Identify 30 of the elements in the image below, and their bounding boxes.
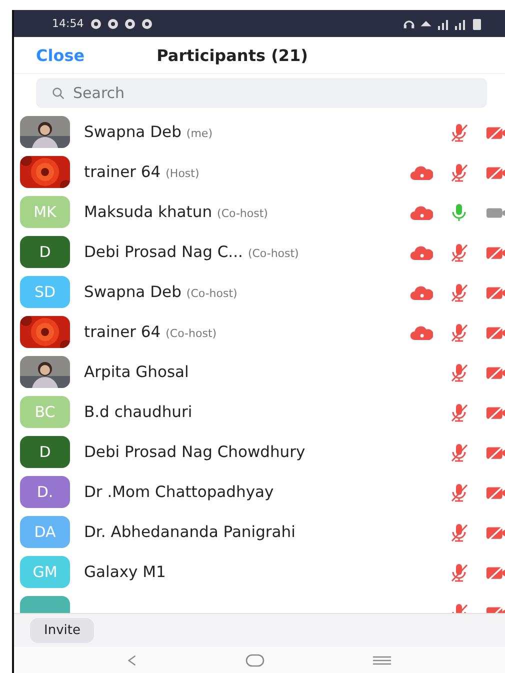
avatar: D	[20, 236, 70, 268]
avatar: GM	[20, 556, 70, 588]
participant-role: (Co-host)	[248, 247, 299, 260]
avatar: SD	[20, 276, 70, 308]
invite-button[interactable]: Invite	[30, 618, 94, 643]
search-field[interactable]: Search	[36, 78, 487, 108]
participant-role: (Co-host)	[217, 207, 268, 220]
participant-name: Arpita Ghosal	[84, 363, 189, 381]
participant-name: B.d chaudhuri	[84, 403, 192, 421]
clock-time: 14:54	[52, 17, 84, 30]
participant-name: Debi Prosad Nag C...	[84, 243, 243, 261]
participant-name: Debi Prosad Nag Chowdhury	[84, 443, 306, 461]
participant-role: (Co-host)	[186, 287, 238, 300]
participant-name: Maksuda khatun	[84, 203, 212, 221]
participant-role: (Co-host)	[166, 327, 217, 340]
avatar: DA	[20, 516, 70, 548]
participant-role: (Host)	[166, 167, 200, 180]
avatar: BC	[20, 396, 70, 428]
participant-name: trainer 64	[84, 323, 161, 341]
participant-name: Dr .Mom Chattopadhyay	[84, 483, 274, 501]
screen-title: Participants (21)	[156, 46, 308, 64]
avatar: D.	[20, 476, 70, 508]
participant-name: Swapna Deb	[84, 283, 182, 301]
participant-name: Galaxy M1	[84, 563, 166, 581]
participant-name: Swapna Deb	[84, 123, 182, 141]
avatar: D	[20, 436, 70, 468]
participant-name: trainer 64	[84, 163, 161, 181]
participant-name: Dr. Abhedananda Panigrahi	[84, 523, 296, 541]
participant-role: (me)	[186, 127, 212, 140]
avatar: MK	[20, 196, 70, 228]
